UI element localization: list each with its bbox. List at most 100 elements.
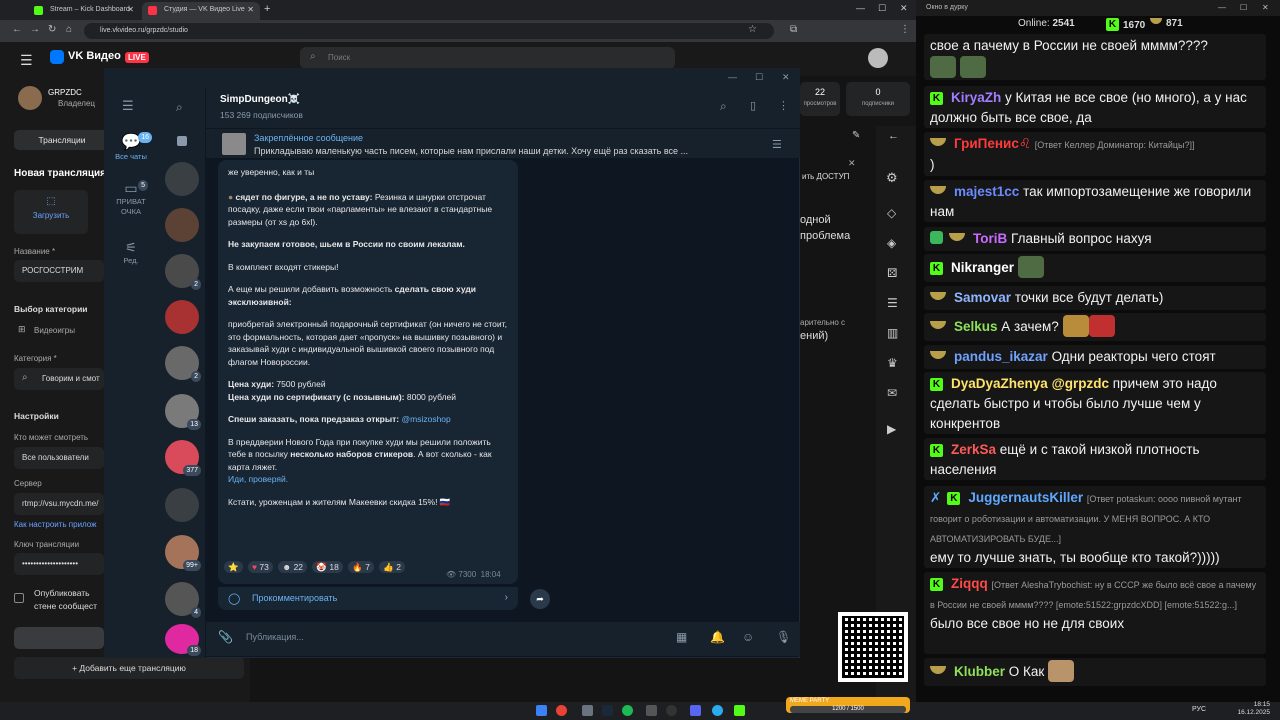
username[interactable]: DyaDyaZhenya [951,376,1048,391]
trophy-icon[interactable]: ♛ [887,356,898,370]
minimize-icon[interactable]: — [1218,3,1226,12]
close-icon[interactable]: ✕ [1262,3,1269,12]
close-icon[interactable]: ✕ [782,72,790,83]
search-icon[interactable]: ⌕ [176,100,183,115]
howto-link[interactable]: Как настроить прилож [14,520,97,529]
chat-avatar[interactable]: 4 [165,582,201,618]
reaction-fire[interactable]: 🔥 7 [348,561,374,573]
archive-icon[interactable] [177,136,187,146]
maximize-icon[interactable]: ☐ [878,3,886,14]
tab-vk[interactable]: Студия — VK Видео Live ✕ [142,2,260,20]
vk-search-input[interactable]: Поиск [300,47,675,69]
start-button[interactable] [14,627,104,649]
reload-icon[interactable]: ↻ [48,24,56,35]
username[interactable]: JuggernautsKiller [968,490,1083,505]
username[interactable]: pandus_ikazar [954,349,1048,364]
chat-avatar[interactable]: 377 [165,440,201,476]
chat-avatar[interactable] [165,488,199,522]
compose-input[interactable]: Публикация... [246,632,304,642]
minimize-icon[interactable]: — [856,3,865,13]
close-icon[interactable]: ✕ [848,158,856,169]
username[interactable]: Samovar [954,290,1011,305]
reaction-clown[interactable]: 🤡 18 [312,561,343,573]
emoji-icon[interactable]: ☺ [742,630,754,644]
video-icon[interactable]: ▶ [887,422,896,436]
bell-icon[interactable]: 🔔 [710,630,725,644]
folder-edit[interactable]: ⚟ Ред. [110,240,152,274]
post-link[interactable]: Иди, проверяй. [228,474,288,484]
username[interactable]: Nikranger [951,260,1014,275]
channel-title[interactable]: SimpDungeon☠️ [220,94,300,105]
pin-icon[interactable]: ✎ [852,130,860,141]
minimize-icon[interactable]: — [728,72,737,82]
stats-icon[interactable]: ▥ [887,326,898,340]
app-icon[interactable] [582,705,593,716]
menu-dots-icon[interactable]: ⋮ [778,99,789,112]
windows-start-icon[interactable] [536,705,547,716]
publish-checkbox[interactable] [14,593,24,603]
videogames-option[interactable]: Видеоигры [34,326,75,335]
obs-icon[interactable] [666,705,677,716]
menu-dots-icon[interactable]: ⋮ [900,24,910,35]
username[interactable]: ToriB [973,231,1007,246]
microphone-icon[interactable]: 🎙 [776,630,791,644]
forward-icon[interactable]: ➦ [530,589,550,609]
comment-button[interactable]: ◯ Прокомментировать › [218,586,518,610]
chrome-icon[interactable] [556,705,567,716]
server-input[interactable]: rtmp://vsu.mycdn.me/ [14,493,104,515]
name-input[interactable]: РОСГОССТРИМ [14,260,104,282]
calendar-icon[interactable]: ▦ [676,630,687,644]
chat-avatar[interactable] [165,300,199,334]
arrow-left-icon[interactable]: ← [888,130,899,142]
username[interactable]: KiryaZh [951,90,1001,105]
discord-icon[interactable] [690,705,701,716]
close-icon[interactable]: ✕ [127,2,134,18]
chat-avatar[interactable]: 99+ [165,535,201,571]
url-input[interactable]: live.vkvideo.ru/grpzdc/studio [84,23,774,39]
bookmark-star-icon[interactable]: ☆ [748,24,757,35]
brand-title[interactable]: VK Видео [68,50,121,62]
add-broadcast-button[interactable]: + Добавить еще трансляцию [14,657,244,679]
gem-icon[interactable]: ◈ [887,236,896,250]
attach-icon[interactable]: 📎 [218,630,233,644]
chat-avatar[interactable]: 2 [165,346,201,382]
chat-avatar[interactable] [165,162,199,196]
mention[interactable]: @grpzdc [1052,376,1109,391]
dice-icon[interactable]: ⚄ [887,266,897,280]
upload-button[interactable]: ⬚ Загрузить [14,190,88,234]
list-icon[interactable]: ☰ [887,296,898,310]
reaction-emote[interactable]: ☻ 22 [278,561,308,573]
kick-app-icon[interactable] [734,705,745,716]
star-reaction[interactable]: ⭐ [224,561,243,573]
back-icon[interactable]: ← [12,24,22,35]
username[interactable]: Selkus [954,319,998,334]
folder-all-chats[interactable]: 💬 Все чаты 16 [110,132,152,170]
stream-key-input[interactable]: •••••••••••••••••••• [14,553,104,575]
search-icon[interactable]: ⌕ [720,99,727,114]
tab-kick[interactable]: Stream – Kick Dashboard ✕ [28,2,140,20]
steam-icon[interactable] [602,705,613,716]
username[interactable]: majest1cc [954,184,1019,199]
username[interactable]: ГриПенис♌ [954,136,1031,151]
maximize-icon[interactable]: ☐ [1240,3,1247,12]
pinned-list-icon[interactable]: ☰ [772,138,782,151]
username[interactable]: Ziqqq [951,576,988,591]
forward-icon[interactable]: → [30,24,40,35]
username[interactable]: Klubber [954,664,1005,679]
folder-private[interactable]: ▭ ПРИВАТ ОЧКА 5 [110,180,152,226]
broadcasts-button[interactable]: Трансляции [14,130,110,150]
diamond-icon[interactable]: ◇ [887,206,896,220]
spotify-icon[interactable] [622,705,633,716]
reaction-thumbs[interactable]: 👍 2 [379,561,405,573]
hamburger-menu-icon[interactable]: ☰ [20,52,33,69]
reaction-heart[interactable]: ♥ 73 [247,561,273,573]
chat-icon[interactable]: ✉ [887,386,897,400]
maximize-icon[interactable]: ☐ [755,72,763,83]
new-tab-button[interactable]: + [264,3,270,15]
username[interactable]: ZerkSa [951,442,996,457]
close-icon[interactable]: ✕ [247,2,254,18]
sidebar-toggle-icon[interactable]: ▯ [750,99,756,112]
chat-avatar[interactable]: 18 [165,624,201,656]
close-window-icon[interactable]: ✕ [900,3,908,14]
chat-avatar[interactable]: 2 [165,254,201,290]
